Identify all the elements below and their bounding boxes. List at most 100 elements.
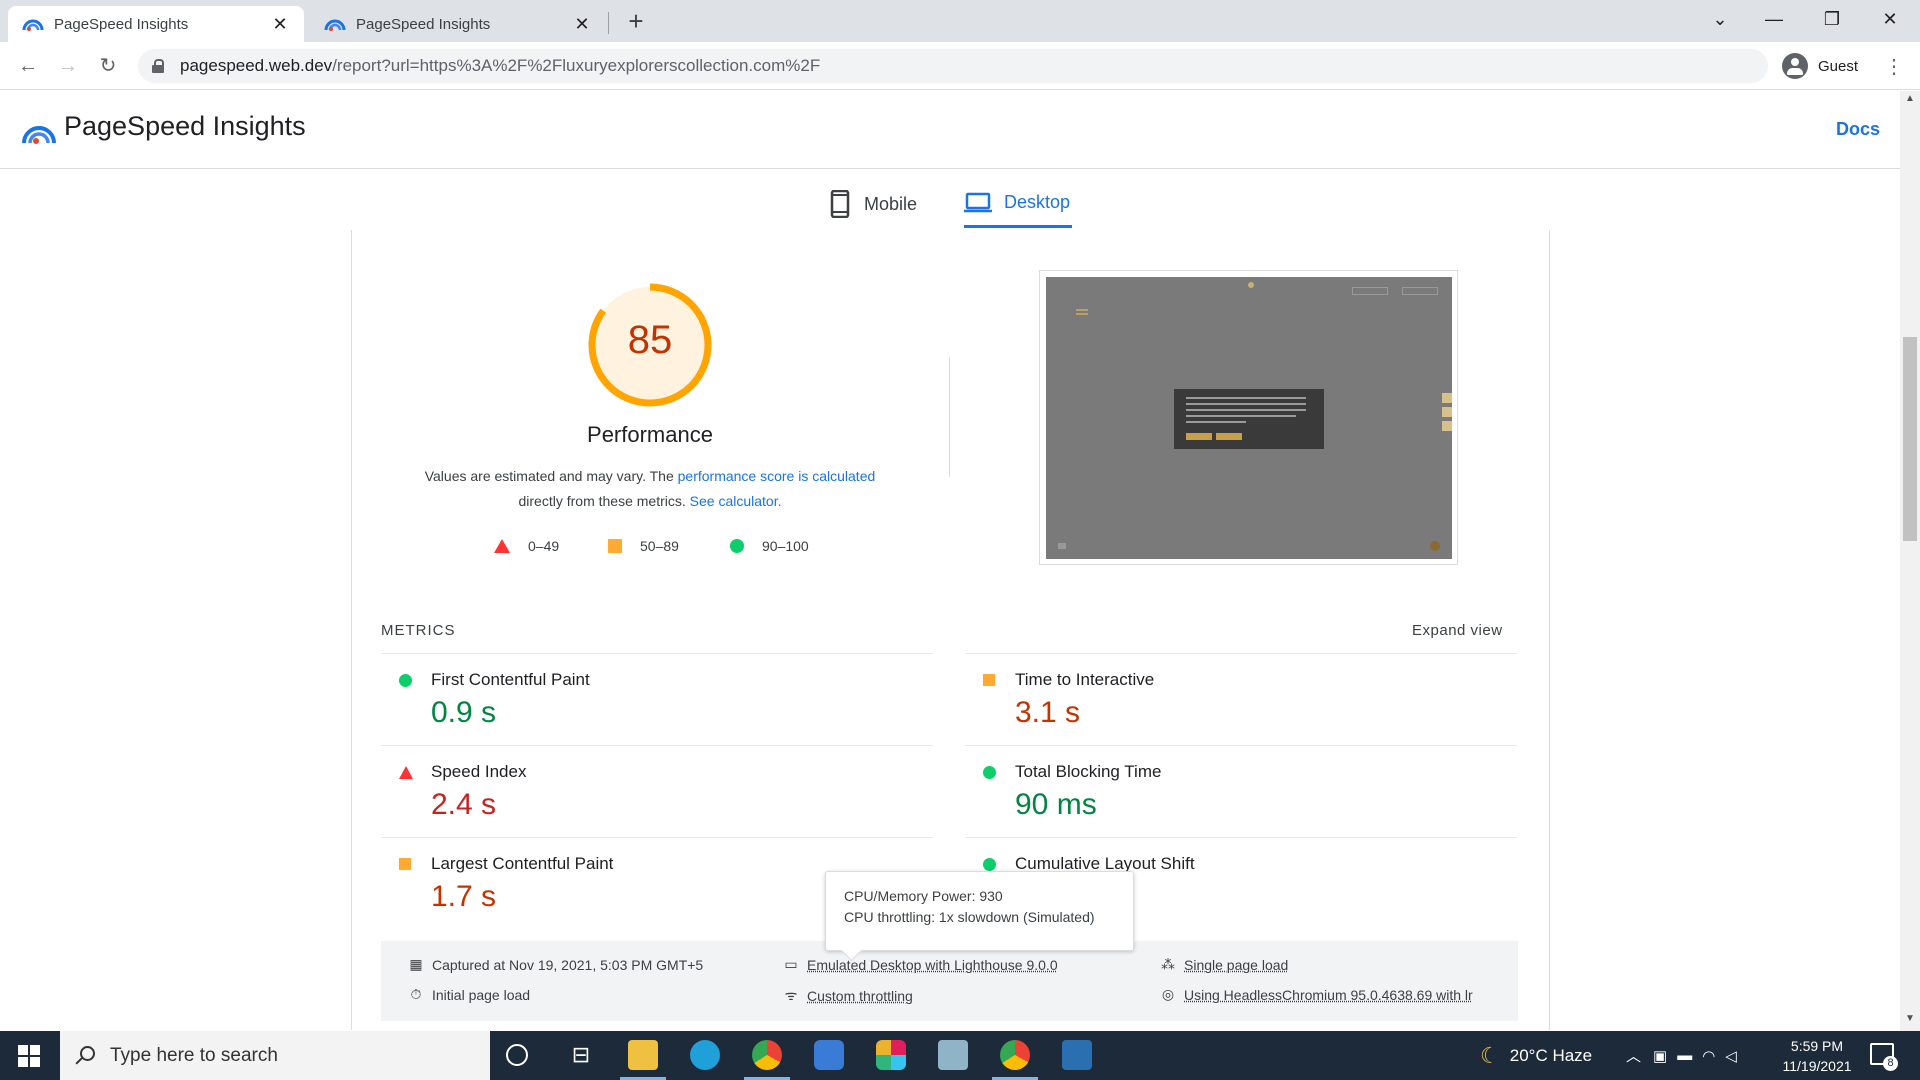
legend-poor: 0–49 bbox=[494, 538, 559, 554]
close-icon[interactable]: ✕ bbox=[270, 14, 290, 35]
legend-good: 90–100 bbox=[730, 538, 809, 554]
tab-desktop[interactable]: Desktop bbox=[964, 180, 1072, 228]
devices-icon: ▭ bbox=[784, 956, 798, 972]
tab-mobile-label: Mobile bbox=[864, 193, 918, 214]
profile-button[interactable]: Guest bbox=[1778, 50, 1870, 82]
tab-title: PageSpeed Insights bbox=[356, 15, 491, 33]
custom-throttling[interactable]: ᯤ Custom throttling bbox=[781, 986, 913, 1005]
pagespeed-logo-icon bbox=[22, 126, 56, 144]
url-text: pagespeed.web.dev/report?url=https%3A%2F… bbox=[180, 56, 821, 75]
app-icon[interactable] bbox=[814, 1040, 844, 1070]
file-explorer-icon[interactable] bbox=[628, 1040, 658, 1070]
page-header: PageSpeed Insights Docs bbox=[0, 91, 1900, 169]
metric-speed-index: Speed Index 2.4 s bbox=[381, 745, 933, 837]
performance-score: 85 bbox=[627, 318, 673, 362]
avatar-icon bbox=[1782, 53, 1808, 79]
performance-label: Performance bbox=[587, 422, 713, 447]
initial-page-load: ⏱ Initial page load bbox=[406, 986, 531, 1003]
pagespeed-favicon-icon bbox=[22, 19, 44, 31]
triangle-icon bbox=[494, 539, 510, 553]
card-border-right bbox=[1549, 230, 1550, 1030]
tab-desktop-label: Desktop bbox=[1004, 192, 1071, 212]
metric-time-to-interactive: Time to Interactive 3.1 s bbox=[965, 653, 1517, 745]
scroll-down-icon[interactable]: ▼ bbox=[1905, 1013, 1915, 1024]
legend-average: 50–89 bbox=[608, 538, 679, 554]
slack-icon[interactable] bbox=[876, 1040, 906, 1070]
throttling-tooltip: CPU/Memory Power: 930 CPU throttling: 1x… bbox=[825, 871, 1134, 951]
phone-icon bbox=[830, 190, 850, 218]
address-bar[interactable]: pagespeed.web.dev/report?url=https%3A%2F… bbox=[138, 49, 1768, 83]
chrome-taskbar-icon-2[interactable] bbox=[1000, 1040, 1030, 1070]
status-triangle-icon bbox=[399, 766, 413, 779]
section-divider bbox=[949, 357, 950, 477]
status-circle-icon bbox=[983, 858, 996, 871]
photos-icon[interactable] bbox=[1062, 1040, 1092, 1070]
edge-icon[interactable] bbox=[690, 1040, 720, 1070]
weather-widget[interactable]: ☾ 20°C Haze bbox=[1480, 1031, 1592, 1080]
forward-arrow-icon[interactable]: → bbox=[54, 52, 82, 80]
nodes-icon: ⁂ bbox=[1161, 956, 1175, 972]
system-tray: ︿ ▣ ▬ ◠ ◁ bbox=[1626, 1031, 1737, 1080]
volume-icon[interactable]: ◁ bbox=[1725, 1047, 1737, 1065]
laptop-icon bbox=[964, 192, 992, 212]
browser-tab-2[interactable]: PageSpeed Insights ✕ bbox=[310, 6, 606, 42]
browser-tab-1[interactable]: PageSpeed Insights ✕ bbox=[8, 6, 304, 42]
browser-tabstrip: PageSpeed Insights ✕ PageSpeed Insights … bbox=[0, 0, 1920, 42]
timer-icon: ⏱ bbox=[410, 986, 422, 1002]
tab-search-chevron-icon[interactable]: ⌄ bbox=[1700, 4, 1740, 34]
new-tab-button[interactable]: + bbox=[624, 6, 648, 36]
cortana-icon[interactable] bbox=[506, 1044, 528, 1066]
status-circle-icon bbox=[399, 674, 412, 687]
minimize-icon[interactable]: — bbox=[1754, 4, 1794, 34]
emulated-desktop[interactable]: ▭ Emulated Desktop with Lighthouse 9.0.0 bbox=[781, 956, 1057, 973]
tab-title: PageSpeed Insights bbox=[54, 15, 189, 33]
scroll-up-icon[interactable]: ▲ bbox=[1905, 93, 1915, 104]
wifi-icon: ᯤ bbox=[784, 987, 798, 1003]
headless-chromium[interactable]: ◎ Using HeadlessChromium 95.0.4638.69 wi… bbox=[1158, 986, 1473, 1003]
status-circle-icon bbox=[983, 766, 996, 779]
vertical-scrollbar[interactable]: ▲ ▼ bbox=[1900, 91, 1920, 1031]
task-view-icon[interactable]: ⊟ bbox=[566, 1040, 596, 1070]
wifi-tray-icon[interactable]: ◠ bbox=[1702, 1047, 1715, 1065]
restore-icon[interactable]: ❐ bbox=[1812, 4, 1852, 34]
lock-icon bbox=[152, 59, 164, 73]
chrome-icon: ◎ bbox=[1161, 986, 1175, 1002]
notifications-icon[interactable]: 8 bbox=[1870, 1043, 1898, 1071]
profile-label: Guest bbox=[1818, 57, 1859, 75]
taskbar-search-box[interactable]: Type here to search bbox=[60, 1031, 490, 1080]
page-title: PageSpeed Insights bbox=[64, 111, 306, 141]
meet-icon[interactable]: ▣ bbox=[1653, 1047, 1667, 1065]
scrollbar-thumb[interactable] bbox=[1903, 337, 1917, 541]
tab-divider bbox=[608, 12, 609, 34]
performance-score-link[interactable]: performance score is calculated bbox=[678, 468, 876, 484]
square-icon bbox=[608, 539, 622, 553]
menu-kebab-icon[interactable]: ⋮ bbox=[1882, 54, 1906, 79]
performance-description: Values are estimated and may vary. The p… bbox=[424, 468, 876, 509]
notepad-icon[interactable] bbox=[938, 1040, 968, 1070]
close-icon[interactable]: ✕ bbox=[572, 14, 592, 35]
search-icon bbox=[74, 1045, 95, 1066]
circle-icon bbox=[730, 539, 744, 553]
see-calculator-link[interactable]: See calculator. bbox=[690, 493, 782, 509]
metrics-heading: METRICS bbox=[381, 622, 456, 639]
status-square-icon bbox=[399, 858, 411, 870]
pagespeed-favicon-icon bbox=[324, 19, 346, 31]
moon-icon: ☾ bbox=[1480, 1042, 1500, 1068]
chevron-up-icon[interactable]: ︿ bbox=[1626, 1045, 1641, 1066]
windows-start-icon[interactable] bbox=[18, 1045, 40, 1067]
page-screenshot bbox=[1046, 277, 1452, 559]
taskbar-clock[interactable]: 5:59 PM 11/19/2021 bbox=[1772, 1036, 1862, 1076]
docs-link[interactable]: Docs bbox=[1836, 119, 1880, 140]
browser-toolbar: ← → ↻ pagespeed.web.dev/report?url=https… bbox=[0, 42, 1920, 90]
single-page-load[interactable]: ⁂ Single page load bbox=[1158, 956, 1288, 973]
windows-taskbar: Type here to search ⊟ ☾ 20°C Haze ︿ ▣ ▬ … bbox=[0, 1031, 1920, 1080]
window-close-icon[interactable]: ✕ bbox=[1870, 4, 1910, 34]
run-info-panel bbox=[381, 941, 1518, 1021]
reload-icon[interactable]: ↻ bbox=[94, 52, 122, 80]
tab-mobile[interactable]: Mobile bbox=[830, 180, 917, 228]
expand-view-button[interactable]: Expand view bbox=[1412, 622, 1503, 639]
back-arrow-icon[interactable]: ← bbox=[14, 52, 42, 80]
battery-icon[interactable]: ▬ bbox=[1677, 1047, 1692, 1064]
captured-at: ▦ Captured at Nov 19, 2021, 5:03 PM GMT+… bbox=[406, 956, 703, 973]
chrome-taskbar-icon[interactable] bbox=[752, 1040, 782, 1070]
